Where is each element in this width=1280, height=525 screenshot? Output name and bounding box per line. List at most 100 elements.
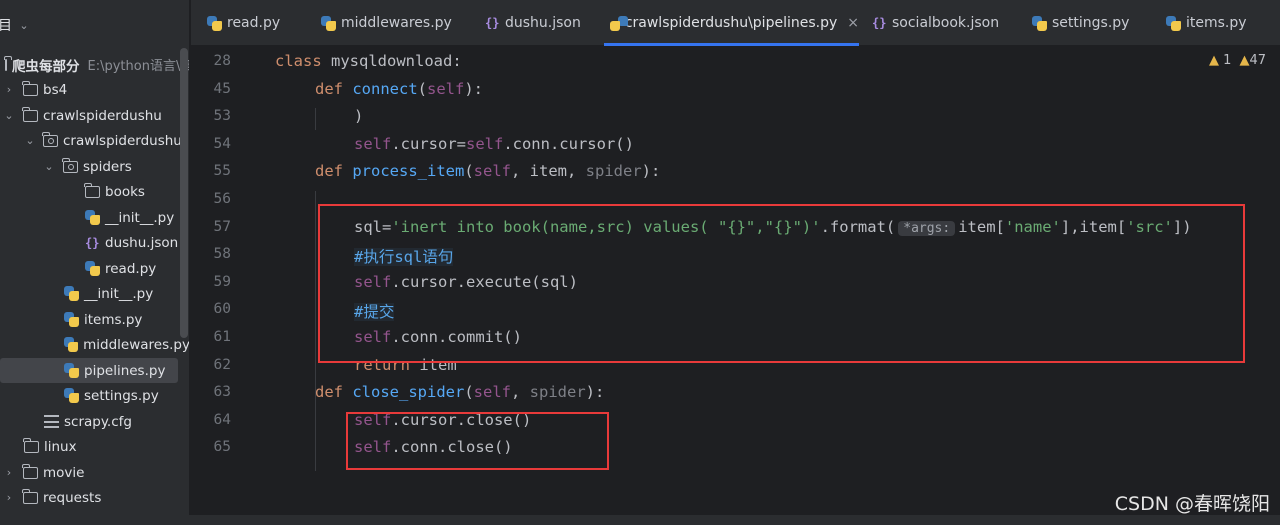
project-header[interactable]: 目 ⌄: [0, 0, 189, 50]
tree-item-movie[interactable]: › movie: [0, 460, 189, 485]
tree-item-label: movie: [43, 464, 85, 481]
editor-tab-bar: read.py middlewares.py {} dushu.json cra…: [191, 0, 1280, 46]
tree-item-spiders[interactable]: ⌄ spiders: [0, 154, 189, 179]
python-file-icon: [321, 15, 336, 31]
watermark-text: CSDN @春晖饶阳: [1114, 493, 1270, 515]
line-number: 56: [213, 191, 231, 207]
python-file-icon: [64, 286, 79, 301]
tree-item-label: settings.py: [84, 387, 159, 404]
tree-item-label: __init__.py: [105, 209, 175, 226]
python-file-icon: [1032, 15, 1047, 31]
tree-item-label: __init__.py: [84, 285, 154, 302]
weak-warning-count[interactable]: ▲47: [1239, 53, 1266, 68]
tree-root-path: E:\python语言\爬: [87, 59, 190, 74]
line-number: 65: [213, 439, 231, 455]
tree-item-scrapy-cfg[interactable]: scrapy.cfg: [0, 409, 189, 434]
tree-item-label: crawlspiderdushu: [43, 107, 162, 124]
tab-label: socialbook.json: [892, 15, 1000, 31]
tab-label: settings.py: [1052, 15, 1130, 31]
folder-icon: [22, 488, 38, 504]
tree-item-settings-py[interactable]: settings.py: [0, 383, 189, 408]
code-line-28[interactable]: class mysqldownload:: [275, 52, 462, 70]
code-editor[interactable]: ▲ 1 ▲47 28 45 53 54 55 56 57 58 59 60 61…: [191, 46, 1280, 525]
tab-dushu-json[interactable]: {} dushu.json: [485, 0, 581, 46]
status-bar: [0, 515, 1280, 525]
chevron-right-icon[interactable]: ›: [3, 491, 15, 504]
line-number: 58: [213, 246, 231, 262]
sidebar-scrollbar[interactable]: [180, 48, 188, 338]
tree-item-middlewares-py[interactable]: middlewares.py: [0, 332, 189, 357]
package-folder-icon: [62, 157, 78, 173]
highlight-box-sql-block: [318, 204, 1245, 363]
tree-item-package-init[interactable]: __init__.py: [0, 281, 189, 306]
json-file-icon: {}: [872, 16, 887, 30]
inspection-widget[interactable]: ▲ 1 ▲47: [1209, 53, 1266, 68]
chevron-down-icon[interactable]: ⌄: [3, 109, 15, 122]
tree-item-label: pipelines.py: [84, 362, 166, 379]
tab-pipelines-py[interactable]: crawlspiderdushu\pipelines.py ×: [604, 0, 859, 46]
tab-items-py[interactable]: items.py: [1166, 0, 1247, 46]
folder-icon: [4, 55, 13, 71]
line-number: 45: [213, 81, 231, 97]
code-line-45[interactable]: def connect(self):: [315, 80, 483, 98]
warning-icon: ▲: [1209, 53, 1220, 68]
line-number: 63: [213, 384, 231, 400]
python-file-icon: [64, 337, 79, 352]
python-file-icon: [1166, 15, 1181, 31]
tab-read-py[interactable]: read.py: [207, 0, 280, 46]
python-file-icon: [64, 363, 79, 378]
folder-icon: [22, 106, 38, 122]
folder-icon: [22, 463, 38, 479]
tab-label: crawlspiderdushu\pipelines.py: [624, 15, 838, 31]
tree-item-label: linux: [44, 438, 77, 455]
python-file-icon: [207, 15, 222, 31]
chevron-down-icon[interactable]: ⌄: [24, 134, 36, 147]
tree-item-label: items.py: [84, 311, 143, 328]
close-tab-icon[interactable]: ×: [847, 15, 859, 31]
line-number: 59: [213, 274, 231, 290]
tree-item-requests[interactable]: › requests: [0, 485, 189, 510]
weak-warning-icon: ▲: [1239, 53, 1250, 68]
python-file-icon: [64, 312, 79, 327]
tree-item-read-py[interactable]: read.py: [0, 256, 189, 281]
tree-item-dushu-json[interactable]: {} dushu.json: [0, 230, 189, 255]
code-line-55[interactable]: def process_item(self, item, spider):: [315, 162, 660, 180]
package-folder-icon: [42, 131, 58, 147]
tab-label: read.py: [227, 15, 281, 31]
tree-item-bs4[interactable]: › bs4: [0, 77, 189, 102]
folder-icon: [22, 80, 38, 96]
tree-item-pipelines-py[interactable]: pipelines.py: [0, 358, 178, 383]
indent-guide: [315, 108, 316, 130]
tab-middlewares-py[interactable]: middlewares.py: [321, 0, 452, 46]
tree-item-books[interactable]: books: [0, 179, 189, 204]
tab-settings-py[interactable]: settings.py: [1032, 0, 1129, 46]
line-number: 53: [213, 108, 231, 124]
line-number: 62: [213, 357, 231, 373]
line-number: 64: [213, 412, 231, 428]
folder-icon: [84, 182, 100, 198]
chevron-right-icon[interactable]: ›: [3, 83, 15, 96]
chevron-right-icon[interactable]: ›: [3, 466, 15, 479]
tree-item-crawlspiderdushu-package[interactable]: ⌄ crawlspiderdushu: [0, 128, 189, 153]
tab-socialbook-json[interactable]: {} socialbook.json: [872, 0, 999, 46]
line-number: 57: [213, 219, 231, 235]
tree-item-spiders-init[interactable]: __init__.py: [0, 205, 189, 230]
tab-label: items.py: [1186, 15, 1247, 31]
tree-item-label: crawlspiderdushu: [63, 132, 182, 149]
tree-item-items-py[interactable]: items.py: [0, 307, 189, 332]
tree-item-crawlspiderdushu-project[interactable]: ⌄ crawlspiderdushu: [0, 103, 189, 128]
chevron-down-icon[interactable]: ⌄: [43, 160, 55, 173]
tree-root[interactable]: 爬虫每部分 E:\python语言\爬: [0, 52, 190, 77]
python-file-icon: [85, 261, 100, 276]
indent-guide: [315, 411, 316, 471]
python-file-icon: [85, 210, 100, 225]
line-number: 55: [213, 163, 231, 179]
code-line-53[interactable]: ): [354, 107, 363, 125]
code-line-63[interactable]: def close_spider(self, spider):: [315, 383, 604, 401]
tree-item-linux[interactable]: linux: [0, 434, 189, 459]
line-number: 54: [213, 136, 231, 152]
code-line-54[interactable]: self.cursor=self.conn.cursor(): [354, 135, 634, 153]
json-file-icon: {}: [85, 235, 100, 250]
chevron-down-icon[interactable]: ⌄: [18, 19, 30, 32]
warning-count[interactable]: ▲ 1: [1209, 53, 1231, 68]
